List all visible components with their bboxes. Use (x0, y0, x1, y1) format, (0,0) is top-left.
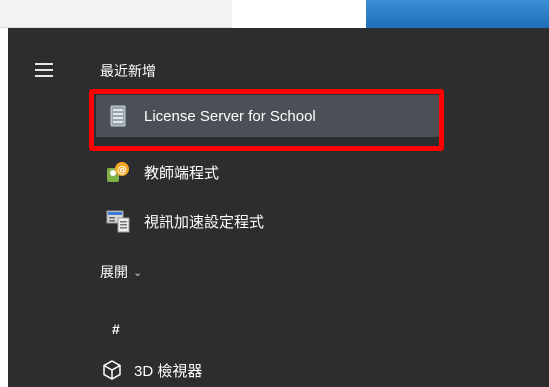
3d-cube-icon (100, 358, 124, 382)
app-item-video-settings[interactable]: 視訊加速設定程式 (96, 200, 264, 242)
svg-text:@: @ (117, 165, 127, 176)
app-label: 視訊加速設定程式 (144, 213, 265, 231)
server-icon (106, 104, 130, 128)
background-window-3 (366, 0, 549, 28)
recently-added-heading: 最近新增 (100, 64, 156, 80)
background-window-strip (0, 0, 549, 28)
hamburger-menu-icon[interactable] (35, 63, 53, 77)
app-label: 教師端程式 (144, 164, 220, 182)
chevron-down-icon: ⌄ (133, 265, 143, 279)
video-settings-icon (106, 209, 130, 233)
teacher-app-icon: @ (106, 160, 130, 184)
background-window-1 (0, 0, 232, 28)
expand-toggle[interactable]: 展開 ⌄ (100, 262, 142, 282)
background-window-2 (232, 0, 366, 28)
app-label: License Server for School (144, 107, 316, 125)
app-item-3d-viewer[interactable]: 3D 檢視器 (100, 358, 202, 382)
app-item-license-server[interactable]: License Server for School (96, 95, 440, 137)
start-menu: 最近新增 License Server for School @ 教師端程式 視… (8, 28, 549, 387)
app-label: 3D 檢視器 (134, 362, 203, 380)
app-item-teacher-program[interactable]: @ 教師端程式 (96, 151, 219, 193)
expand-label: 展開 (100, 265, 128, 281)
group-letter-header[interactable]: # (112, 321, 120, 337)
